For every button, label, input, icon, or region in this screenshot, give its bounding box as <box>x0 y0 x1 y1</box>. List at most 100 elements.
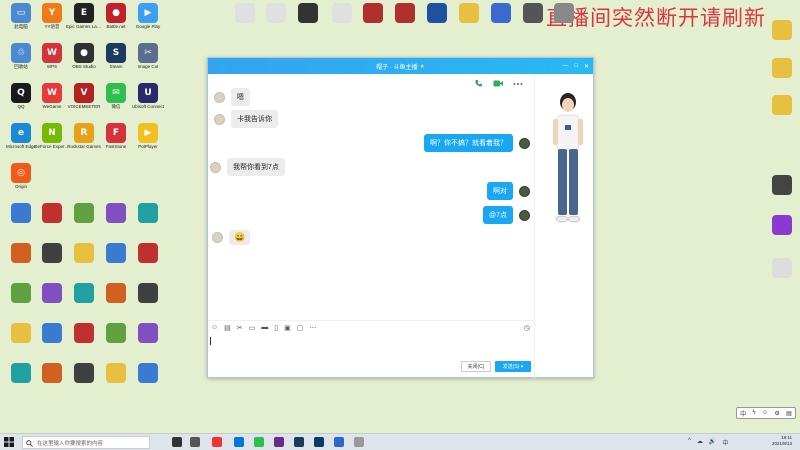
desktop-icon[interactable] <box>291 3 325 23</box>
desktop-icon[interactable] <box>131 203 165 223</box>
desktop-icon[interactable] <box>35 363 69 383</box>
taskbar-app-icon[interactable] <box>254 437 264 447</box>
taskbar-app-icon[interactable] <box>274 437 284 447</box>
desktop-icon[interactable] <box>259 3 293 23</box>
desktop-icon[interactable]: Q QQ <box>4 83 38 109</box>
desktop-icon[interactable] <box>4 323 38 343</box>
taskbar-app-icon[interactable] <box>314 437 324 447</box>
desktop-icon[interactable]: ▭ 此电脑 <box>4 3 38 29</box>
message-input[interactable] <box>208 334 534 362</box>
desktop-icon[interactable] <box>765 175 799 195</box>
desktop-icon[interactable] <box>67 283 101 303</box>
close-chat-button[interactable]: 关闭(C) <box>461 361 491 372</box>
taskbar-app-icon[interactable] <box>234 437 244 447</box>
desktop-icon[interactable] <box>35 323 69 343</box>
desktop-icon[interactable] <box>765 58 799 78</box>
desktop-icon[interactable]: V VOICEMEETER <box>67 83 101 109</box>
ime-punct-icon[interactable]: ϟ <box>752 410 755 416</box>
desktop-icon[interactable] <box>765 258 799 278</box>
more-icon[interactable] <box>513 82 523 86</box>
desktop-icon[interactable]: NGeForce Experience <box>34 123 70 149</box>
desktop-icon[interactable] <box>131 283 165 303</box>
desktop-icon[interactable] <box>99 203 133 223</box>
desktop-icon[interactable]: e Microsoft Edge <box>4 123 38 149</box>
desktop-icon[interactable] <box>131 243 165 263</box>
desktop-icon[interactable] <box>765 215 799 235</box>
desktop-icon[interactable] <box>765 20 799 40</box>
desktop-icon[interactable] <box>99 323 133 343</box>
tray-chevron-icon[interactable]: ^ <box>688 438 691 447</box>
desktop-icon[interactable]: ◎ Origin <box>4 163 38 189</box>
desktop-icon[interactable] <box>452 3 486 23</box>
desktop-icon[interactable] <box>356 3 390 23</box>
desktop-icon[interactable]: ▶ PotPlayer <box>131 123 165 149</box>
tray-ime-icon[interactable]: 中 <box>722 438 728 447</box>
more-tools-icon[interactable]: ⋯ <box>309 324 316 332</box>
ime-keyboard-icon[interactable]: ▤ <box>786 410 792 417</box>
tray-cloud-icon[interactable]: ☁ <box>697 438 703 447</box>
desktop-icon[interactable]: ✉ 微信 <box>99 83 133 109</box>
desktop-icon[interactable] <box>131 323 165 343</box>
desktop-icon[interactable] <box>547 3 581 23</box>
desktop-icon[interactable]: EEpic Games Launcher <box>66 3 102 29</box>
history-icon[interactable]: ◷ <box>524 324 530 332</box>
desktop-icon[interactable] <box>388 3 422 23</box>
desktop-icon[interactable]: F FastStone <box>99 123 133 149</box>
phone-share-icon[interactable]: ▯ <box>274 324 278 332</box>
desktop-icon[interactable] <box>420 3 454 23</box>
desktop-icon[interactable] <box>131 363 165 383</box>
phone-icon[interactable] <box>474 79 483 88</box>
desktop-icon[interactable] <box>4 243 38 263</box>
desktop-icon[interactable] <box>35 283 69 303</box>
desktop-icon[interactable] <box>325 3 359 23</box>
desktop-icon[interactable] <box>4 283 38 303</box>
taskbar-app-icon[interactable] <box>172 437 182 447</box>
ime-emoji-icon[interactable]: ☺ <box>762 410 768 416</box>
desktop-icon[interactable] <box>67 323 101 343</box>
desktop-icon[interactable] <box>67 363 101 383</box>
taskbar-app-icon[interactable] <box>354 437 364 447</box>
desktop-icon[interactable] <box>4 203 38 223</box>
desktop-icon[interactable]: W WeGame <box>35 83 69 109</box>
chat-titlebar[interactable]: 帽子 · 斗鱼主播 ★ — □ ✕ <box>208 58 593 74</box>
desktop-icon[interactable] <box>67 203 101 223</box>
video-icon[interactable] <box>493 79 503 88</box>
desktop-icon[interactable] <box>67 243 101 263</box>
taskbar-app-icon[interactable] <box>212 437 222 447</box>
desktop-icon[interactable] <box>228 3 262 23</box>
ime-mode[interactable]: 中 <box>740 409 746 418</box>
windows-start-icon[interactable] <box>4 437 14 447</box>
desktop-icon[interactable] <box>516 3 550 23</box>
desktop-icon[interactable]: ● Battle.net <box>99 3 133 29</box>
desktop-icon[interactable]: Y YY语音 <box>35 3 69 29</box>
message-list[interactable]: 嗯 卡我告诉你 啊？你不搞？就看着我？ 我帮你看到7点 啊对 @7点 😄 <box>208 88 534 318</box>
folder-icon[interactable]: ▬ <box>261 324 268 331</box>
desktop-icon[interactable] <box>35 203 69 223</box>
taskbar-app-icon[interactable] <box>294 437 304 447</box>
desktop-icon[interactable] <box>99 243 133 263</box>
desktop-icon[interactable] <box>4 363 38 383</box>
desktop-icon[interactable]: S Steam <box>99 43 133 69</box>
taskbar-app-icon[interactable] <box>190 437 200 447</box>
desktop-icon[interactable] <box>99 283 133 303</box>
ime-settings-icon[interactable]: ⚙ <box>774 410 779 417</box>
screenshot-icon[interactable]: ✂ <box>237 324 243 332</box>
clock[interactable]: 18:11 2021/8/13 <box>772 435 792 447</box>
desktop-icon[interactable]: U Ubisoft Connect <box>131 83 165 109</box>
desktop-icon[interactable]: ♲ 回收站 <box>4 43 38 69</box>
taskbar-app-icon[interactable] <box>334 437 344 447</box>
minimize-button[interactable]: — <box>562 63 568 69</box>
desktop-icon[interactable] <box>99 363 133 383</box>
desktop-icon[interactable] <box>484 3 518 23</box>
tray-volume-icon[interactable]: 🔊 <box>709 438 716 447</box>
desktop-icon[interactable] <box>35 243 69 263</box>
image-icon[interactable]: ▣ <box>284 324 291 332</box>
doc-icon[interactable]: ▢ <box>297 324 304 332</box>
taskbar-search[interactable]: 在这里输入你要搜索的内容 <box>22 436 150 449</box>
desktop-icon[interactable]: ✂ Image Cut <box>131 43 165 69</box>
desktop-icon[interactable]: W WPS <box>35 43 69 69</box>
desktop-icon[interactable]: ▶ Google Play <box>131 3 165 29</box>
desktop-icon[interactable]: R Rockstar Games <box>67 123 101 149</box>
close-window-button[interactable]: ✕ <box>584 63 589 70</box>
emoji-icon[interactable]: ☺ <box>211 324 218 331</box>
